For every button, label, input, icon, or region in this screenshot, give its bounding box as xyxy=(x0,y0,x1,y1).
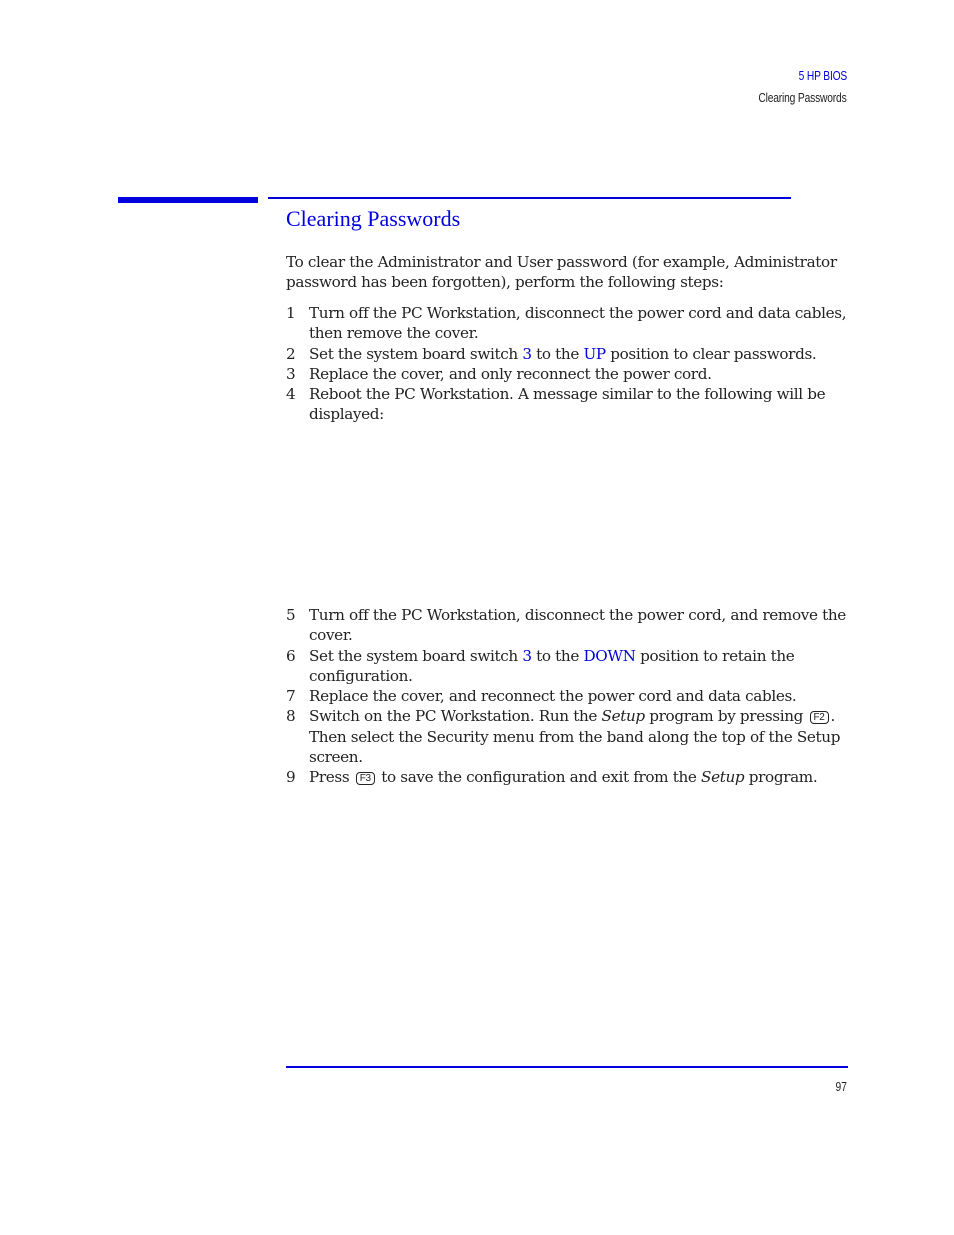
f2-key-icon: F2 xyxy=(809,711,829,725)
step-text: Replace the cover, and only reconnect th… xyxy=(309,364,712,383)
step-number: 5 xyxy=(286,606,296,624)
f3-key-icon: F3 xyxy=(355,772,375,786)
switch-number-link[interactable]: 3 xyxy=(522,647,532,665)
step-number: 3 xyxy=(286,364,296,383)
step-8: 8 Switch on the PC Workstation. Run the … xyxy=(286,706,852,767)
step-text: Switch on the PC Workstation. Run the xyxy=(309,707,602,726)
program-name: Setup xyxy=(701,768,745,787)
switch-number-link[interactable]: 3 xyxy=(522,345,532,363)
step-text: Replace the cover, and reconnect the pow… xyxy=(309,687,797,706)
step-text: Set the system board switch xyxy=(309,344,523,363)
step-9: 9 Press F3 to save the configuration and… xyxy=(286,767,852,787)
step-4: 4 Reboot the PC Workstation. A message s… xyxy=(286,384,852,425)
step-text: Press xyxy=(309,768,354,787)
step-6: 6 Set the system board switch 3 to the D… xyxy=(286,646,852,687)
step-text: Turn off the PC Workstation, disconnect … xyxy=(309,304,847,343)
step-text: Turn off the PC Workstation, disconnect … xyxy=(309,606,846,645)
running-header-chapter: 5 HP BIOS xyxy=(798,69,848,83)
footer-rule xyxy=(286,1066,848,1068)
intro-paragraph: To clear the Administrator and User pass… xyxy=(286,253,837,292)
running-header-section: Clearing Passwords xyxy=(758,91,847,105)
step-1: 1 Turn off the PC Workstation, disconnec… xyxy=(286,303,852,344)
program-name: Setup xyxy=(601,707,646,726)
section-rule-thin xyxy=(268,197,791,199)
page-number: 97 xyxy=(835,1080,847,1094)
step-number: 6 xyxy=(286,646,296,665)
step-3: 3 Replace the cover, and only reconnect … xyxy=(286,364,852,384)
step-number: 7 xyxy=(286,687,296,706)
step-text: to the xyxy=(531,344,584,363)
step-number: 1 xyxy=(286,304,296,322)
step-7: 7 Replace the cover, and reconnect the p… xyxy=(286,686,852,706)
step-number: 2 xyxy=(286,344,296,363)
step-text: to save the configuration and exit from … xyxy=(376,768,702,787)
steps-list-2: 5 Turn off the PC Workstation, disconnec… xyxy=(286,605,852,788)
switch-position-link[interactable]: DOWN xyxy=(583,647,635,665)
step-text: position to clear passwords. xyxy=(605,344,817,363)
step-2: 2 Set the system board switch 3 to the U… xyxy=(286,344,852,364)
steps-list-1: 1 Turn off the PC Workstation, disconnec… xyxy=(286,303,852,425)
switch-position-link[interactable]: UP xyxy=(583,345,606,363)
step-text: program by pressing xyxy=(644,707,808,726)
step-text: Set the system board switch xyxy=(309,646,523,665)
step-number: 9 xyxy=(286,768,296,787)
step-text: Reboot the PC Workstation. A message sim… xyxy=(309,385,826,424)
section-rule-thick xyxy=(118,197,258,203)
step-text: to the xyxy=(531,646,584,665)
section-title: Clearing Passwords xyxy=(286,206,461,231)
step-5: 5 Turn off the PC Workstation, disconnec… xyxy=(286,605,852,646)
step-number: 4 xyxy=(286,385,296,404)
step-number: 8 xyxy=(286,707,296,726)
step-text: program. xyxy=(744,768,818,787)
